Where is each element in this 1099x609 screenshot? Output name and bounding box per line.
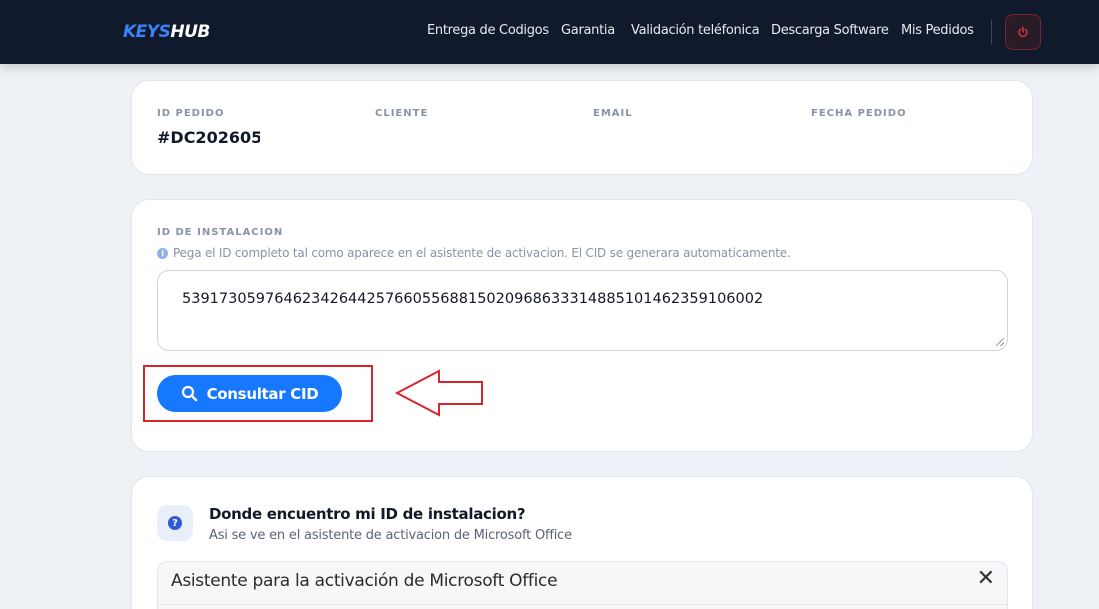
email-label: EMAIL — [593, 108, 633, 119]
nav-divider — [991, 20, 992, 44]
wizard-title: Asistente para la activación de Microsof… — [171, 571, 558, 591]
installation-id-label: ID DE INSTALACION — [157, 227, 284, 238]
order-info-card: ID PEDIDO CLIENTE EMAIL FECHA PEDIDO #DC… — [131, 80, 1033, 175]
close-icon: ✕ — [976, 566, 995, 591]
installation-hint: i Pega el ID completo tal como aparece e… — [157, 246, 791, 260]
order-id-value: #DC2026057 — [157, 128, 260, 147]
help-title: Donde encuentro mi ID de instalacion? — [209, 505, 526, 523]
order-date-label: FECHA PEDIDO — [811, 108, 907, 119]
order-id-label: ID PEDIDO — [157, 108, 225, 119]
logout-button[interactable] — [1005, 14, 1041, 50]
wizard-divider — [158, 604, 1007, 605]
logo-hub: HUB — [170, 22, 210, 42]
client-label: CLIENTE — [375, 108, 429, 119]
nav-mis-pedidos[interactable]: Mis Pedidos — [901, 23, 974, 38]
logo-keys: KEYS — [123, 22, 171, 42]
help-subtitle: Asi se ve en el asistente de activacion … — [209, 528, 572, 543]
top-navbar: KEYSHUB Entrega de Codigos Garantia Vali… — [0, 0, 1099, 64]
info-icon: i — [157, 247, 168, 259]
activation-wizard-preview: Asistente para la activación de Microsof… — [157, 561, 1008, 609]
nav-descarga-software[interactable]: Descarga Software — [771, 23, 889, 38]
nav-garantia[interactable]: Garantia — [561, 23, 615, 38]
annotation-highlight-box — [143, 365, 373, 422]
textarea-resize-handle[interactable] — [996, 338, 1004, 346]
help-question-icon: ? — [157, 505, 193, 541]
installation-id-textarea[interactable]: 5391730597646234264425766055688150209686… — [157, 270, 1008, 351]
logo[interactable]: KEYSHUB — [123, 22, 210, 42]
annotation-arrow-icon — [395, 369, 483, 417]
nav-entrega-de-codigos[interactable]: Entrega de Codigos — [427, 23, 549, 38]
hint-text: Pega el ID completo tal como aparece en … — [173, 246, 791, 260]
nav-validacion-telefonica[interactable]: Validación teléfonica — [631, 23, 760, 38]
help-card: ? Donde encuentro mi ID de instalacion? … — [131, 476, 1033, 609]
power-icon — [1018, 26, 1028, 38]
